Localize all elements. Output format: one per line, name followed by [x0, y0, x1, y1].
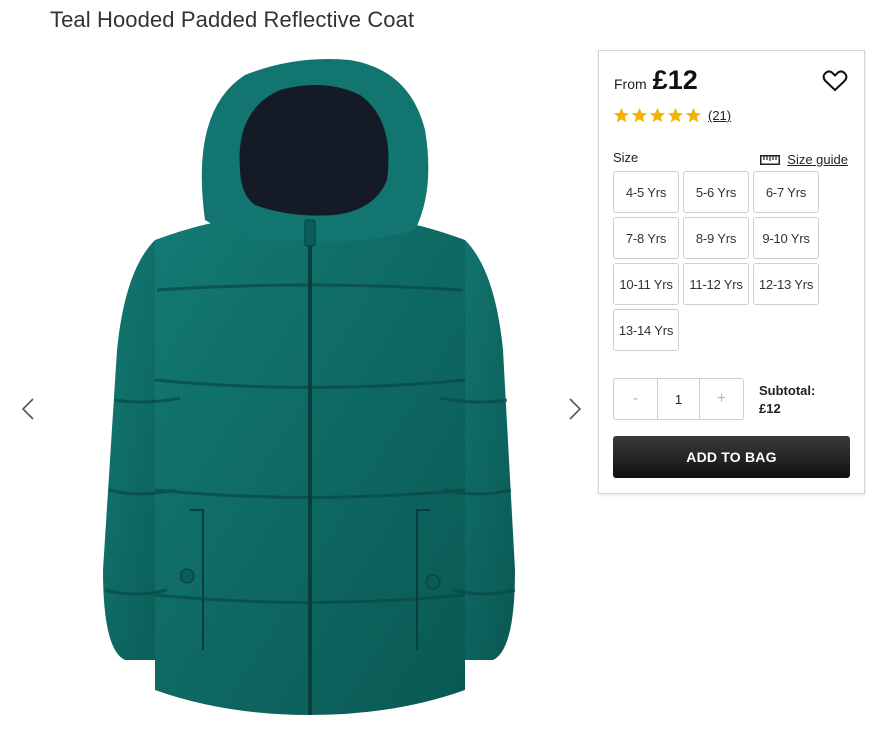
size-option[interactable]: 9-10 Yrs — [753, 217, 819, 259]
product-image[interactable] — [95, 50, 525, 730]
size-guide-label: Size guide — [787, 152, 848, 167]
quantity-increment-button[interactable]: + — [700, 379, 743, 419]
price-value: £12 — [652, 65, 698, 95]
quantity-input[interactable]: 1 — [657, 379, 700, 419]
quantity-decrement-button[interactable]: - — [614, 379, 657, 419]
star-icon — [667, 107, 684, 123]
chevron-right-icon — [569, 398, 582, 420]
size-option[interactable]: 12-13 Yrs — [753, 263, 819, 305]
size-option[interactable]: 8-9 Yrs — [683, 217, 749, 259]
gallery-next-button[interactable] — [563, 394, 587, 424]
add-to-bag-button[interactable]: ADD TO BAG — [613, 436, 850, 478]
price-prefix: From — [614, 76, 647, 92]
size-options: 4-5 Yrs 5-6 Yrs 6-7 Yrs 7-8 Yrs 8-9 Yrs 9-10 … — [613, 171, 823, 355]
star-icon — [613, 107, 630, 123]
size-label: Size — [613, 150, 639, 165]
ruler-icon — [760, 154, 781, 165]
size-guide-link[interactable]: Size guide — [760, 152, 848, 167]
gallery-prev-button[interactable] — [16, 394, 40, 424]
size-option[interactable]: 13-14 Yrs — [613, 309, 679, 351]
rating: (21) — [613, 107, 731, 124]
quantity-stepper[interactable]: - 1 + — [613, 378, 744, 420]
size-option[interactable]: 7-8 Yrs — [613, 217, 679, 259]
size-option[interactable]: 5-6 Yrs — [683, 171, 749, 213]
purchase-panel: From £12 (21) Size Size guide 4-5 Yrs 5-6… — [598, 50, 865, 494]
product-title: Teal Hooded Padded Reflective Coat — [50, 7, 415, 32]
size-option[interactable]: 4-5 Yrs — [613, 171, 679, 213]
heart-outline-icon — [822, 70, 848, 92]
star-icon — [649, 107, 666, 123]
price: From £12 — [614, 65, 698, 96]
star-rating — [613, 107, 703, 124]
subtotal-value: £12 — [759, 401, 781, 416]
star-icon — [685, 107, 702, 123]
review-count-link[interactable]: (21) — [708, 108, 731, 123]
size-option[interactable]: 11-12 Yrs — [683, 263, 749, 305]
star-icon — [631, 107, 648, 123]
size-option[interactable]: 6-7 Yrs — [753, 171, 819, 213]
product-gallery — [10, 50, 590, 730]
size-option[interactable]: 10-11 Yrs — [613, 263, 679, 305]
subtotal: Subtotal: £12 — [759, 382, 815, 418]
subtotal-label: Subtotal: — [759, 383, 816, 398]
wishlist-button[interactable] — [822, 69, 848, 93]
chevron-left-icon — [21, 398, 34, 420]
